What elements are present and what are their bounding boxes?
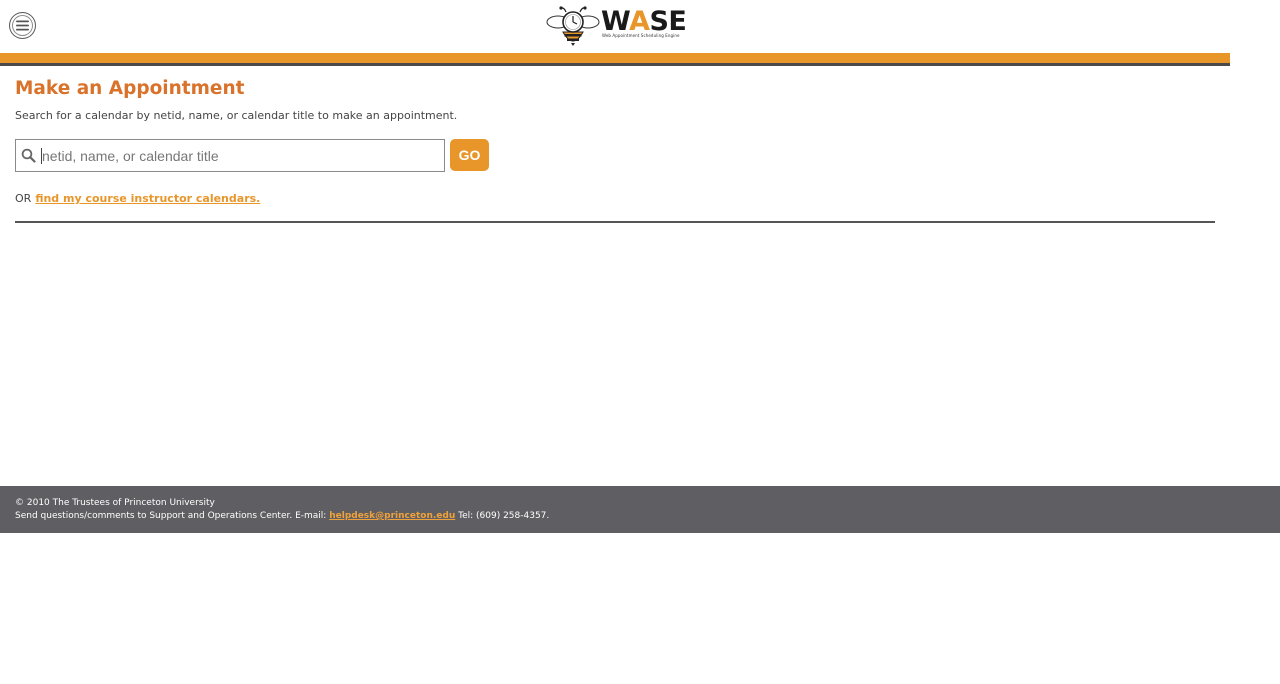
or-label: OR (15, 192, 32, 205)
header-accent-bar (0, 53, 1230, 63)
page-title: Make an Appointment (15, 78, 245, 99)
content-divider (15, 221, 1215, 223)
copyright-text: © 2010 The Trustees of Princeton Univers… (15, 498, 215, 508)
alternative-option: OR find my course instructor calendars. (15, 192, 260, 205)
search-icon (21, 148, 36, 163)
page-footer: © 2010 The Trustees of Princeton Univers… (0, 486, 1280, 533)
search-description: Search for a calendar by netid, name, or… (15, 109, 458, 122)
logo-wordmark: WASE (601, 6, 687, 37)
course-instructor-calendars-link[interactable]: find my course instructor calendars. (35, 192, 260, 205)
phone-text: Tel: (609) 258-4357. (458, 511, 550, 521)
search-field[interactable] (15, 139, 445, 172)
hamburger-icon (16, 20, 29, 31)
wase-logo[interactable]: WASE Web Appointment Scheduling Engine (546, 6, 687, 46)
helpdesk-email-link[interactable]: helpdesk@princeton.edu (329, 511, 455, 521)
go-button[interactable]: GO (450, 139, 489, 171)
contact-prefix: Send questions/comments to Support and O… (15, 511, 327, 521)
bee-icon (546, 6, 600, 46)
menu-button[interactable] (9, 12, 36, 39)
search-input[interactable] (40, 141, 442, 170)
header-divider (0, 63, 1230, 66)
contact-line: Send questions/comments to Support and O… (15, 511, 549, 521)
logo-subtitle: Web Appointment Scheduling Engine (602, 33, 680, 38)
top-header: WASE Web Appointment Scheduling Engine (0, 0, 1280, 53)
